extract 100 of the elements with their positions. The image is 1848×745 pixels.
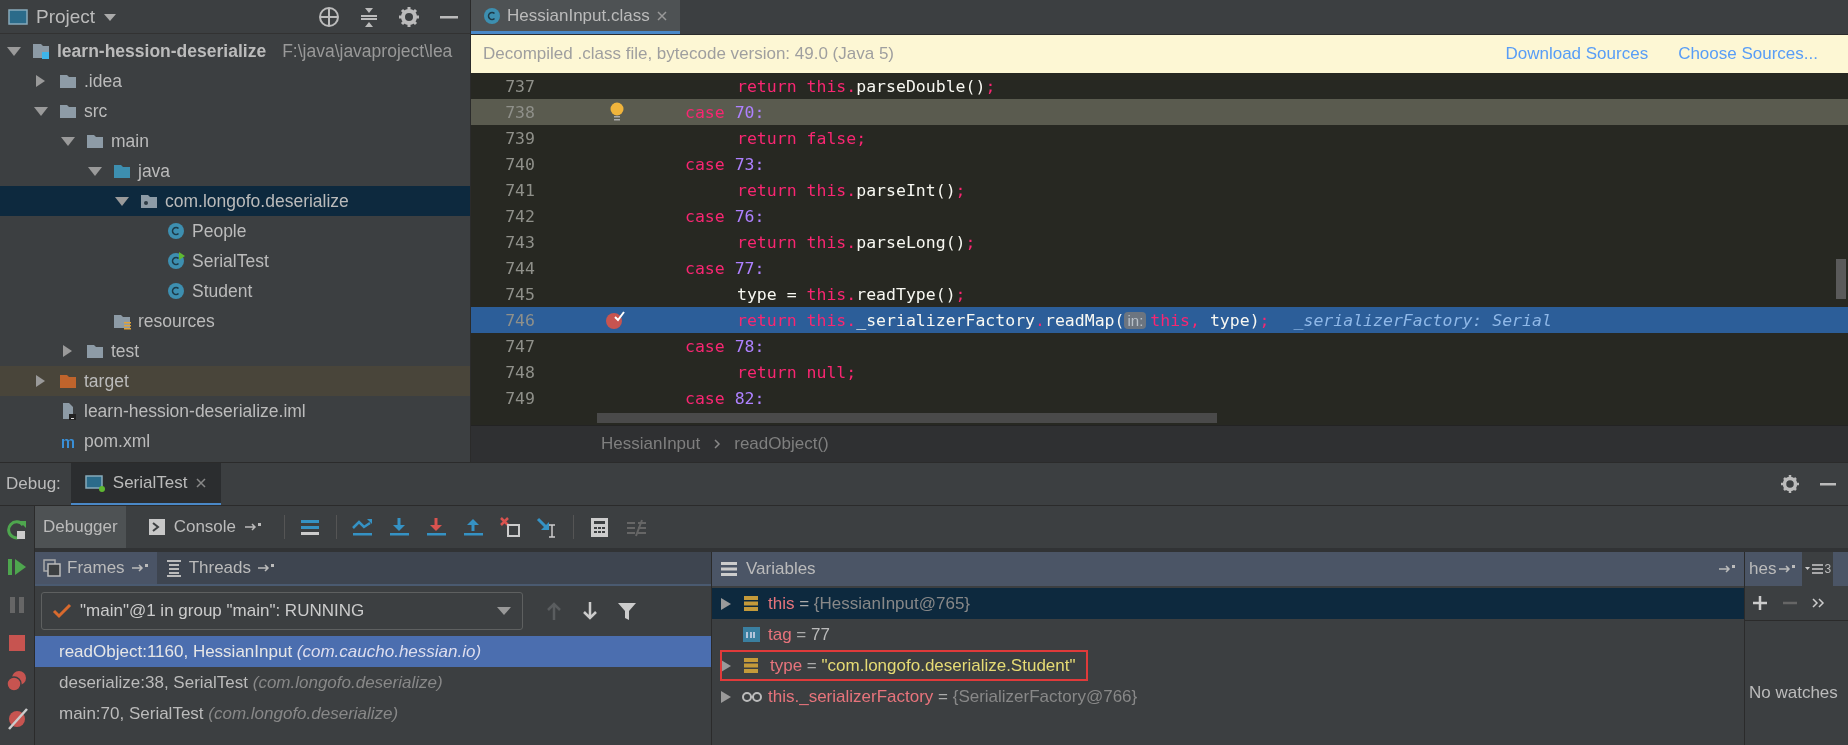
class-icon xyxy=(167,221,186,241)
tree-item[interactable]: resources xyxy=(0,306,470,336)
primitive-icon xyxy=(742,625,762,644)
pin-icon[interactable] xyxy=(257,562,275,574)
horizontal-scrollbar[interactable] xyxy=(597,413,1217,423)
breadcrumb[interactable]: HessianInput xyxy=(601,434,701,454)
step-into-icon[interactable] xyxy=(388,515,412,539)
tree-item[interactable]: Student xyxy=(0,276,470,306)
locate-icon[interactable] xyxy=(318,5,340,28)
line-number: 739 xyxy=(504,128,535,148)
breadcrumb[interactable]: readObject() xyxy=(734,434,829,454)
breakpoints-icon[interactable] xyxy=(6,670,28,692)
expand-arrow-icon[interactable] xyxy=(719,595,733,612)
thread-dropdown[interactable]: "main"@1 in group "main": RUNNING xyxy=(41,592,523,630)
tree-item[interactable]: java xyxy=(0,156,470,186)
check-icon xyxy=(52,603,72,619)
frames-tab[interactable]: Threads xyxy=(156,552,283,584)
caret-icon[interactable] xyxy=(103,11,118,22)
force-step-into-icon[interactable] xyxy=(425,515,449,539)
class-icon xyxy=(167,281,186,301)
lightbulb-icon[interactable] xyxy=(609,102,625,122)
collapse-all-icon[interactable] xyxy=(358,5,380,28)
class-icon xyxy=(483,6,501,25)
editor-tab[interactable]: HessianInput.class xyxy=(471,0,680,34)
chevron-icon xyxy=(712,438,723,450)
debugger-tab[interactable]: Debugger xyxy=(35,506,126,548)
stack-frame[interactable]: main:70, SerialTest (com.longofo.deserialize) xyxy=(35,698,711,729)
code-text: return this.parseDouble(); xyxy=(736,76,997,96)
pin-icon[interactable] xyxy=(130,562,149,574)
tree-item[interactable]: target xyxy=(0,366,470,396)
code-text: case 73: xyxy=(684,154,766,174)
caret-icon xyxy=(496,606,512,616)
panel-title: Debug: xyxy=(5,474,62,494)
variable-row[interactable]: this = {HessianInput@765} xyxy=(712,588,1744,619)
tree-item[interactable]: test xyxy=(0,336,470,366)
variable-row[interactable]: tag = 77 xyxy=(712,619,1744,650)
vertical-scrollbar[interactable] xyxy=(1836,259,1846,299)
pin-icon[interactable] xyxy=(244,521,263,533)
window-icon xyxy=(84,474,105,492)
tree-item[interactable]: com.longofo.deserialize xyxy=(0,186,470,216)
stop-icon[interactable] xyxy=(6,632,28,654)
frames-icon xyxy=(43,559,61,577)
settings-icon[interactable] xyxy=(398,5,420,28)
stack-frame[interactable]: deserialize:38, SerialTest (com.longofo.deserialize) xyxy=(35,667,711,698)
line-number: 743 xyxy=(504,232,535,252)
line-number: 742 xyxy=(504,206,535,226)
code-text: return this.parseLong(); xyxy=(736,232,977,252)
close-icon[interactable] xyxy=(655,9,668,22)
debugger-tab[interactable]: Console xyxy=(139,506,271,548)
project-path: F:\java\javaproject\lea xyxy=(282,40,453,62)
code-text: case 78: xyxy=(684,336,766,356)
resume-icon[interactable] xyxy=(6,556,28,578)
layout-icon xyxy=(1804,563,1825,575)
tree-item[interactable]: main xyxy=(0,126,470,156)
rerun-icon[interactable] xyxy=(6,518,28,540)
line-number: 747 xyxy=(504,336,535,356)
line-number: 738 xyxy=(504,102,535,122)
tree-item[interactable]: .idea xyxy=(0,66,470,96)
expand-arrow-icon[interactable] xyxy=(719,688,733,705)
code-text: return this.parseInt(); xyxy=(736,180,967,200)
down-arrow-icon[interactable] xyxy=(581,601,599,621)
code-text: type = this.readType(); xyxy=(736,284,967,304)
breakpoint-icon[interactable] xyxy=(605,310,625,330)
line-number: 745 xyxy=(504,284,535,304)
tree-item[interactable]: src xyxy=(0,96,470,126)
notification-text: Decompiled .class file, bytecode version: 49.0 (Java 5) xyxy=(483,44,895,64)
code-text: return this._serializerFactory.readMap( in: this, type); xyxy=(736,310,1271,330)
settings-icon[interactable] xyxy=(1780,474,1800,494)
tree-item[interactable]: pom.xml xyxy=(0,426,470,456)
tree-item[interactable]: SerialTest xyxy=(0,246,470,276)
drop-frame-icon[interactable] xyxy=(499,515,523,539)
variable-row[interactable]: type = "com.longofo.deserialize.Student" xyxy=(712,650,1744,681)
frames-tab[interactable]: Frames xyxy=(35,552,157,584)
threads-icon xyxy=(164,559,183,577)
filter-icon[interactable] xyxy=(617,601,637,621)
tree-item[interactable]: learn-hession-deserialize F:\java\javaproject\lea xyxy=(0,36,470,66)
mute-breakpoints-icon[interactable] xyxy=(6,708,28,730)
module-folder-icon xyxy=(32,41,51,61)
close-icon[interactable] xyxy=(195,477,208,489)
window-icon xyxy=(8,7,28,26)
watches-tab[interactable]: hes xyxy=(1745,559,1797,579)
stack-frame[interactable]: readObject:1160, HessianInput (com.caucho.hessian.io) xyxy=(35,636,711,667)
pin-icon[interactable] xyxy=(1718,563,1736,575)
code-text: case 76: xyxy=(684,206,766,226)
line-number: 749 xyxy=(504,388,535,408)
variable-row[interactable]: this._serializerFactory = {SerializerFactory@766} xyxy=(712,681,1744,712)
line-number: 740 xyxy=(504,154,535,174)
inline-value-hint: _serializerFactory: Serial xyxy=(1292,310,1552,330)
list-icon xyxy=(720,560,738,578)
class-icon xyxy=(167,251,186,271)
session-tab[interactable]: SerialTest xyxy=(70,463,222,505)
empty-text: No watches xyxy=(1748,683,1839,703)
tree-item[interactable]: People xyxy=(0,216,470,246)
pin-icon xyxy=(1778,563,1797,575)
add-icon[interactable] xyxy=(1751,594,1769,612)
panel-title[interactable]: Project xyxy=(36,5,96,28)
tree-item[interactable]: learn-hession-deserialize.iml xyxy=(0,396,470,426)
console-icon xyxy=(147,518,166,536)
layout-button[interactable]: 3 xyxy=(1802,552,1834,586)
maven-icon xyxy=(61,437,75,449)
